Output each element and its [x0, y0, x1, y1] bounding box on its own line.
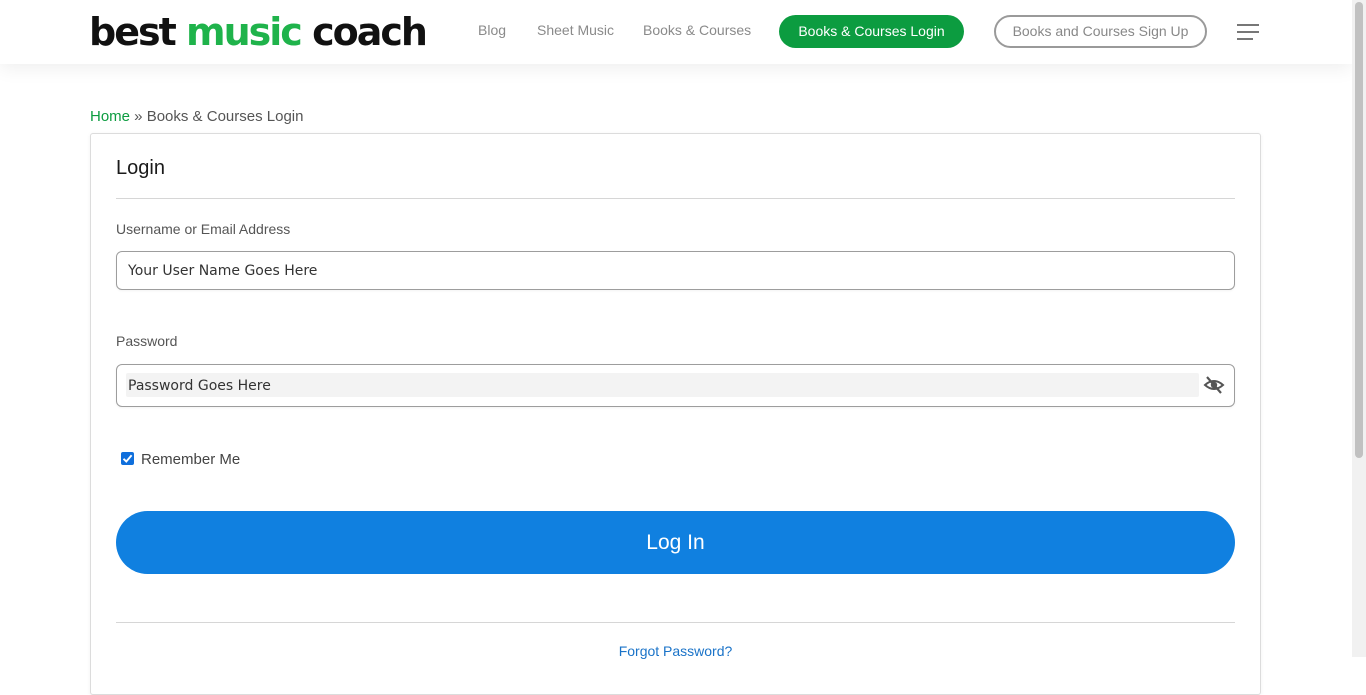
password-label: Password [116, 333, 178, 349]
logo-word-best: best [89, 10, 177, 54]
nav-blog[interactable]: Blog [478, 22, 506, 38]
username-input[interactable] [128, 261, 1218, 280]
username-field-wrapper [116, 251, 1235, 290]
remember-me-checkbox[interactable] [121, 452, 134, 465]
password-field-wrapper [116, 364, 1235, 407]
nav-login-button[interactable]: Books & Courses Login [779, 15, 964, 48]
breadcrumb-separator: » [130, 108, 147, 125]
nav-books-courses[interactable]: Books & Courses [643, 22, 751, 38]
login-title: Login [116, 157, 165, 179]
scrollbar-thumb[interactable] [1355, 2, 1363, 458]
logo-word-music: music [186, 10, 303, 54]
title-divider [116, 198, 1235, 199]
login-card: Login Username or Email Address Password… [90, 133, 1261, 695]
breadcrumb: Home » Books & Courses Login [90, 108, 303, 125]
breadcrumb-current: Books & Courses Login [146, 108, 304, 125]
eye-slash-icon[interactable] [1203, 375, 1225, 395]
username-label: Username or Email Address [116, 221, 291, 237]
logo-word-coach: coach [312, 10, 428, 54]
hamburger-menu-icon[interactable] [1237, 24, 1259, 40]
password-input[interactable] [128, 376, 1188, 395]
site-header: best music coach Blog Sheet Music Books … [0, 0, 1352, 64]
nav-signup-button[interactable]: Books and Courses Sign Up [994, 15, 1207, 48]
log-in-button[interactable]: Log In [116, 511, 1235, 574]
remember-me-label[interactable]: Remember Me [141, 451, 240, 468]
nav-sheet-music[interactable]: Sheet Music [537, 22, 614, 38]
site-logo[interactable]: best music coach [89, 8, 428, 56]
breadcrumb-home-link[interactable]: Home [90, 108, 130, 125]
page-scrollbar[interactable] [1352, 0, 1366, 657]
footer-divider [116, 622, 1235, 623]
